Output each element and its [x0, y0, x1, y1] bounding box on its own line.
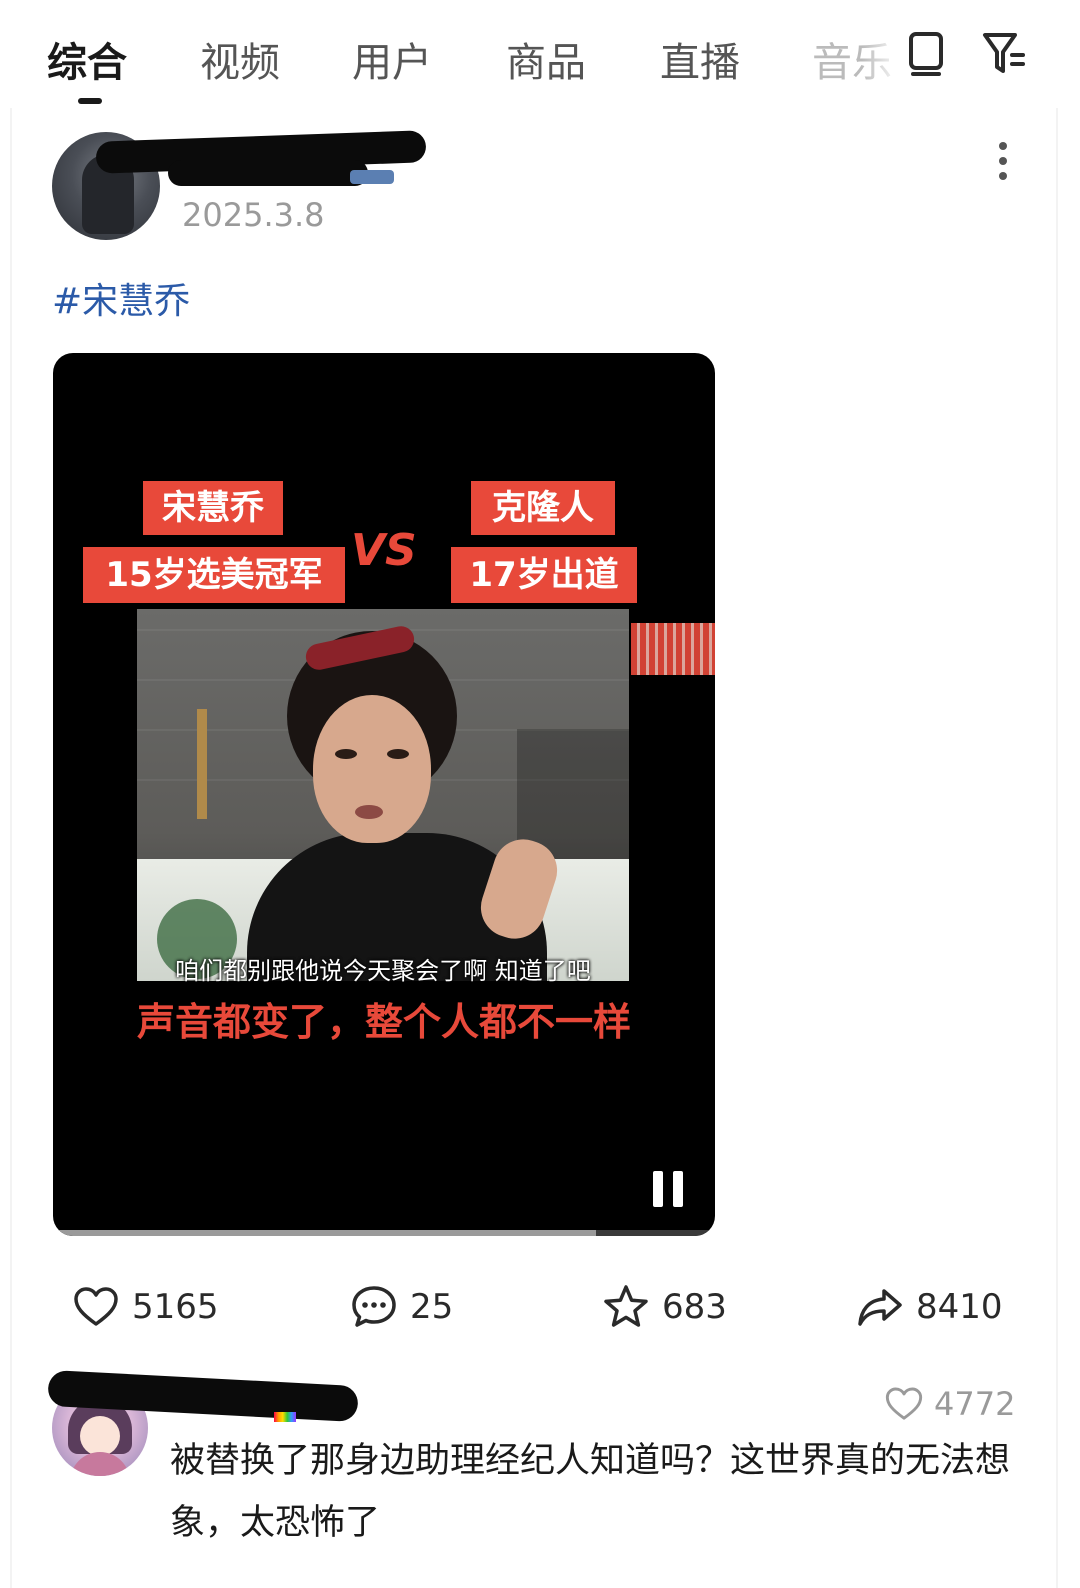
tab-users[interactable]: 用户	[352, 30, 432, 88]
comment-bubble-icon	[352, 1286, 396, 1327]
author-badge	[350, 170, 394, 184]
comment-like-button[interactable]: 4772	[884, 1384, 1015, 1424]
star-icon	[604, 1285, 648, 1327]
video-caption: 声音都变了，整个人都不一样	[136, 1000, 631, 1044]
filter-icon[interactable]	[980, 28, 1028, 80]
active-tab-indicator	[78, 98, 102, 104]
pause-icon[interactable]	[651, 1171, 685, 1207]
card-right-edge	[1056, 108, 1058, 1588]
video-player[interactable]: 宋慧乔 15岁选美冠军 VS 克隆人 17岁出道 咱们都别跟他说今天聚会了啊 知…	[53, 353, 715, 1236]
left-label-desc: 15岁选美冠军	[83, 547, 345, 603]
rainbow-badge-icon	[274, 1412, 296, 1422]
like-count: 5165	[132, 1287, 219, 1327]
video-subtitle: 咱们都别跟他说今天聚会了啊 知道了吧	[175, 957, 591, 985]
tab-products[interactable]: 商品	[506, 30, 586, 88]
favorite-button[interactable]: 683	[602, 1282, 727, 1332]
left-label-name: 宋慧乔	[143, 481, 283, 535]
redacted-username-2	[168, 160, 368, 186]
like-button[interactable]: 5165	[72, 1282, 219, 1332]
comment-button[interactable]: 25	[350, 1282, 453, 1332]
person-face	[313, 695, 431, 843]
heart-icon	[885, 1387, 923, 1420]
post-hashtag[interactable]: #宋慧乔	[52, 272, 190, 324]
comment-text: 被替换了那身边助理经纪人知道吗？这世界真的无法想象，太恐怖了	[170, 1441, 1011, 1543]
video-frame-image	[137, 609, 629, 981]
video-watermark	[631, 623, 715, 675]
card-left-edge	[10, 108, 12, 1588]
tablet-icon[interactable]	[902, 28, 950, 80]
video-progress-fill	[53, 1230, 596, 1236]
tab-live[interactable]: 直播	[660, 30, 740, 88]
tab-fade-overlay	[862, 20, 902, 90]
share-button[interactable]: 8410	[856, 1282, 1003, 1332]
comment-count: 25	[410, 1287, 454, 1327]
share-count: 8410	[916, 1287, 1003, 1327]
tab-comprehensive[interactable]: 综合	[47, 30, 127, 88]
favorite-count: 683	[662, 1287, 727, 1327]
right-label-name: 克隆人	[471, 481, 615, 535]
comment-like-count: 4772	[934, 1385, 1016, 1423]
search-tab-bar: 综合 视频 用户 商品 直播 音乐	[0, 0, 1080, 108]
heart-icon	[74, 1287, 118, 1326]
post-date: 2025.3.8	[182, 196, 325, 234]
vs-text: VS	[351, 525, 417, 576]
share-arrow-icon	[858, 1289, 902, 1326]
right-label-desc: 17岁出道	[451, 547, 637, 603]
more-options-icon[interactable]	[990, 140, 1016, 184]
tab-video[interactable]: 视频	[200, 30, 280, 88]
